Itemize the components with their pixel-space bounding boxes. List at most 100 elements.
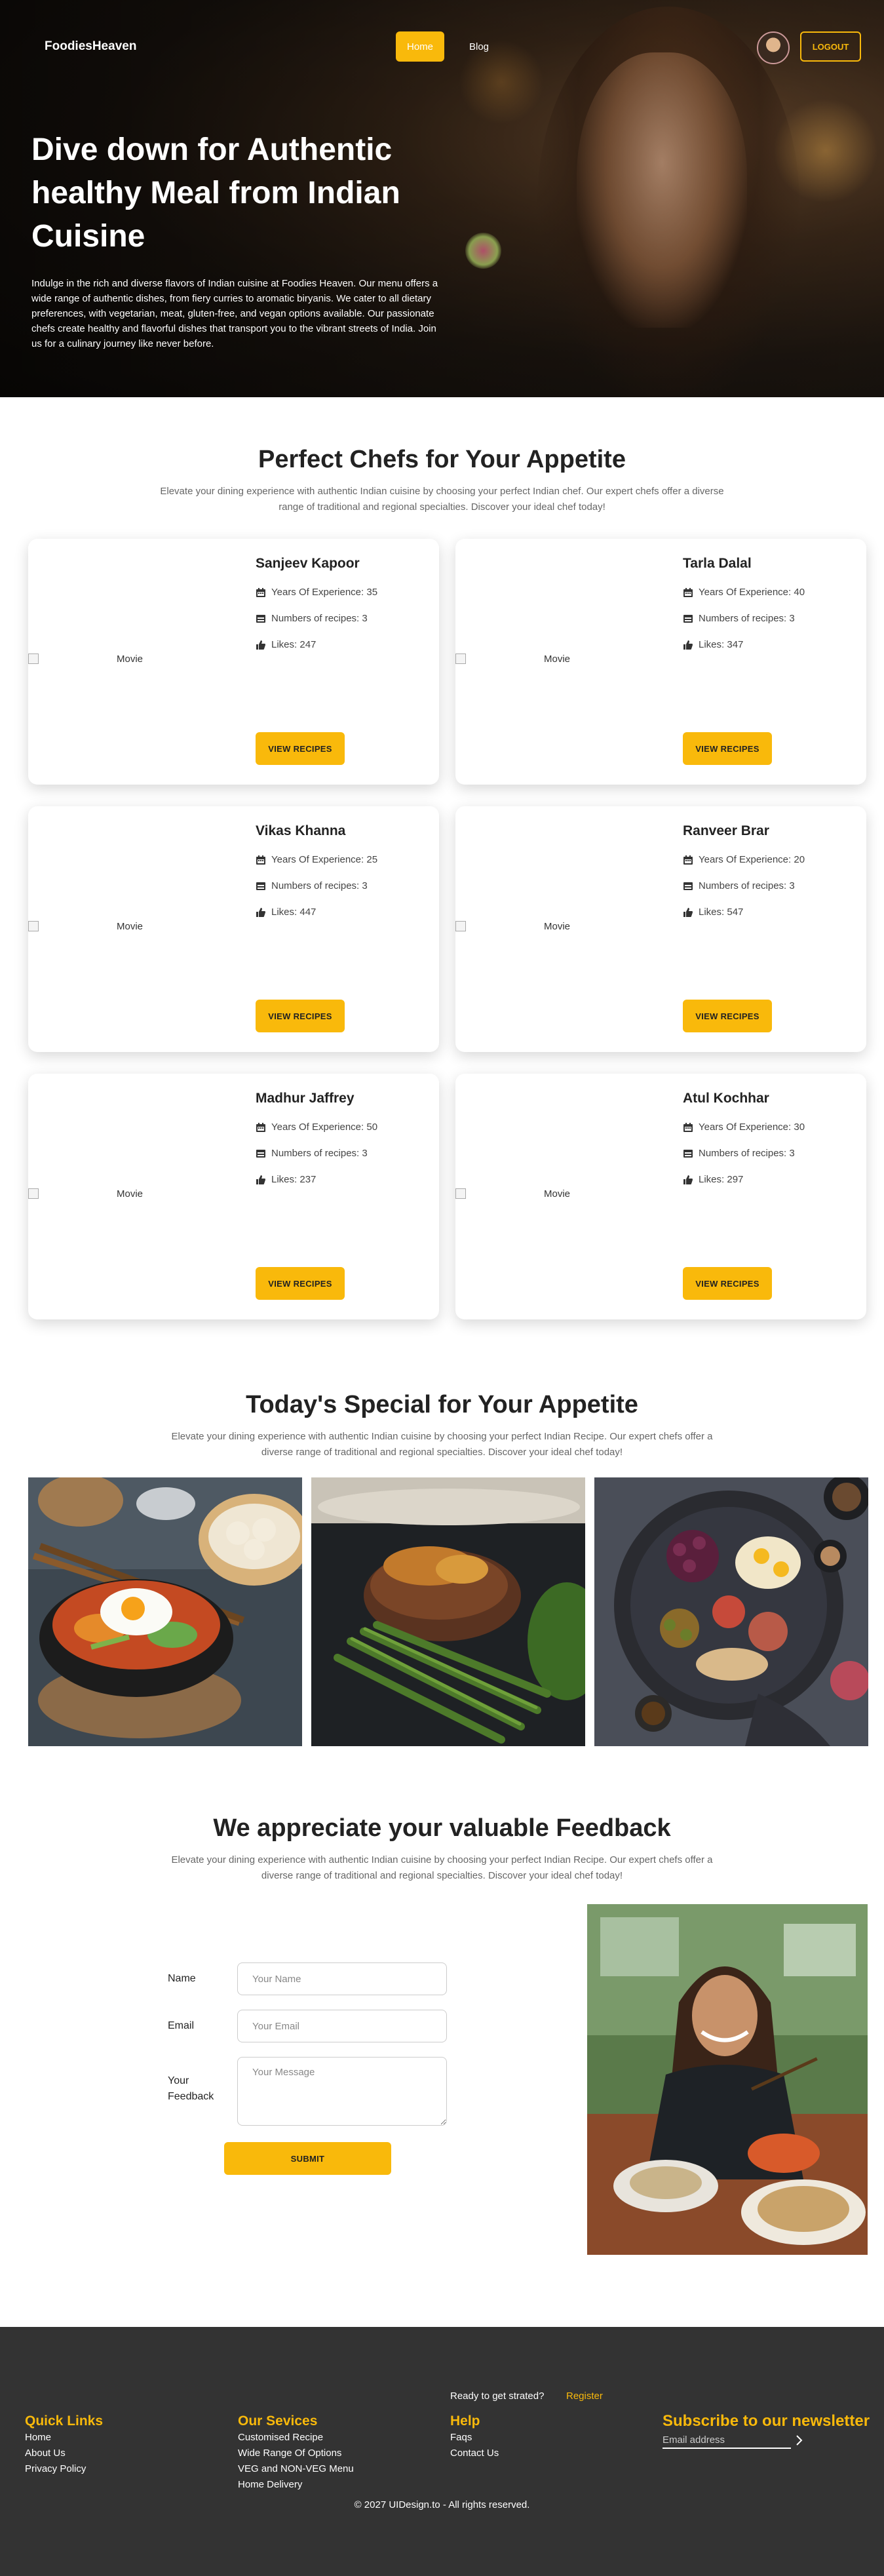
chef-experience: Years Of Experience: 20 [683,854,805,865]
calendar-icon [683,855,693,865]
chef-recipes-text: Numbers of recipes: 3 [699,1148,795,1159]
feedback-label: Your Feedback [168,2075,214,2102]
special-dish-image-steak [311,1477,585,1746]
broken-image-icon [28,1188,39,1199]
chef-image-alt-text: Movie [117,920,144,932]
recipe-list-icon [256,614,266,624]
chef-recipes: Numbers of recipes: 3 [683,1148,795,1159]
chef-card: Movie Ranveer Brar Years Of Experience: 20… [455,806,866,1052]
email-input[interactable] [237,2010,447,2042]
chef-card: Movie Tarla Dalal Years Of Experience: 40 N… [455,539,866,785]
footer-link-faqs[interactable]: Faqs [450,2432,472,2443]
calendar-icon [256,587,266,598]
chef-image-alt-text: Movie [117,1188,144,1200]
chef-image-alt-text: Movie [544,920,571,932]
message-textarea[interactable] [237,2057,447,2126]
footer-link-customised-recipe[interactable]: Customised Recipe [238,2432,323,2443]
site-footer [0,2327,884,2576]
chef-recipes-text: Numbers of recipes: 3 [271,613,368,624]
chef-likes-text: Likes: 247 [271,639,317,650]
chef-likes: Likes: 237 [256,1174,316,1185]
footer-link-veg-menu[interactable]: VEG and NON-VEG Menu [238,2463,354,2474]
chef-likes: Likes: 347 [683,639,743,650]
broken-image-icon [455,1188,466,1199]
special-section-title: Today's Special for Your Appetite [246,1391,638,1418]
chef-image-alt-text: Movie [117,653,144,665]
view-recipes-button[interactable]: VIEW RECIPES [683,1000,772,1032]
footer-quick-links-title: Quick Links [25,2413,104,2429]
name-label: Name [168,1973,196,1984]
chef-image-placeholder: Movie [28,654,143,665]
chef-card: Movie Sanjeev Kapoor Years Of Experience: … [28,539,439,785]
view-recipes-button[interactable]: VIEW RECIPES [256,732,345,765]
recipe-list-icon [256,1148,266,1159]
name-input[interactable] [237,1962,447,1995]
chef-name: Madhur Jaffrey [256,1091,355,1106]
chef-experience-text: Years Of Experience: 50 [271,1122,378,1133]
footer-link-wide-range[interactable]: Wide Range Of Options [238,2448,341,2459]
broken-image-icon [28,921,39,931]
footer-link-home[interactable]: Home [25,2432,51,2443]
newsletter-email-input[interactable] [663,2432,791,2449]
chef-name: Atul Kochhar [683,1091,769,1106]
view-recipes-button[interactable]: VIEW RECIPES [683,732,772,765]
footer-ready-text: Ready to get strated? [450,2391,545,2402]
footer-link-home-delivery[interactable]: Home Delivery [238,2479,302,2490]
chef-likes: Likes: 547 [683,907,743,918]
hero-title: Dive down for Authentic healthy Meal fro… [31,132,400,254]
special-section-subtitle: Elevate your dining experience with auth… [171,1431,713,1458]
chefs-section-subtitle: Elevate your dining experience with auth… [160,486,724,513]
feedback-section-title: We appreciate your valuable Feedback [213,1814,671,1842]
recipe-list-icon [683,881,693,891]
chef-recipes-text: Numbers of recipes: 3 [271,1148,368,1159]
recipe-list-icon [683,614,693,624]
chef-image-alt-text: Movie [544,653,571,665]
chef-likes: Likes: 297 [683,1174,743,1185]
footer-register-link[interactable]: Register [566,2391,603,2402]
chef-recipes: Numbers of recipes: 3 [683,613,795,624]
chef-name: Tarla Dalal [683,556,752,571]
chefs-section-title: Perfect Chefs for Your Appetite [258,446,626,473]
chef-experience: Years Of Experience: 25 [256,854,377,865]
site-logo[interactable]: FoodiesHeaven [45,39,136,54]
view-recipes-button[interactable]: VIEW RECIPES [683,1267,772,1300]
footer-copyright: © 2027 UIDesign.to - All rights reserved… [354,2499,530,2510]
special-dish-image-bibimbap [28,1477,302,1746]
chef-recipes-text: Numbers of recipes: 3 [699,880,795,891]
chef-likes-text: Likes: 447 [271,907,317,918]
arrow-right-icon[interactable] [794,2432,805,2448]
special-dish-image-platter [594,1477,868,1746]
chef-likes: Likes: 447 [256,907,316,918]
chef-image-placeholder: Movie [455,1188,570,1200]
chef-experience: Years Of Experience: 40 [683,587,805,598]
chef-card: Movie Vikas Khanna Years Of Experience: 25… [28,806,439,1052]
submit-button[interactable]: SUBMIT [224,2142,391,2175]
chef-card: Movie Atul Kochhar Years Of Experience: 30… [455,1074,866,1319]
calendar-icon [256,1122,266,1133]
calendar-icon [683,587,693,598]
broken-image-icon [455,921,466,931]
nav-home-link[interactable]: Home [396,31,444,62]
chef-likes-text: Likes: 237 [271,1174,317,1185]
chef-recipes-text: Numbers of recipes: 3 [699,613,795,624]
thumbs-up-icon [683,640,693,650]
chef-experience: Years Of Experience: 35 [256,587,377,598]
chef-recipes: Numbers of recipes: 3 [256,613,368,624]
broken-image-icon [455,654,466,664]
feedback-section-subtitle: Elevate your dining experience with auth… [171,1854,713,1881]
chef-name: Ranveer Brar [683,823,769,838]
view-recipes-button[interactable]: VIEW RECIPES [256,1267,345,1300]
view-recipes-button[interactable]: VIEW RECIPES [256,1000,345,1032]
footer-link-contact-us[interactable]: Contact Us [450,2448,499,2459]
footer-link-about-us[interactable]: About Us [25,2448,66,2459]
chef-image-alt-text: Movie [544,1188,571,1200]
chef-recipes-text: Numbers of recipes: 3 [271,880,368,891]
thumbs-up-icon [256,640,266,650]
nav-blog-link[interactable]: Blog [463,31,495,62]
chef-recipes: Numbers of recipes: 3 [256,1148,368,1159]
chef-image-placeholder: Movie [455,654,570,665]
user-avatar[interactable] [757,31,790,64]
footer-link-privacy-policy[interactable]: Privacy Policy [25,2463,86,2474]
chef-likes-text: Likes: 297 [699,1174,744,1185]
logout-button[interactable]: LOGOUT [800,31,861,62]
